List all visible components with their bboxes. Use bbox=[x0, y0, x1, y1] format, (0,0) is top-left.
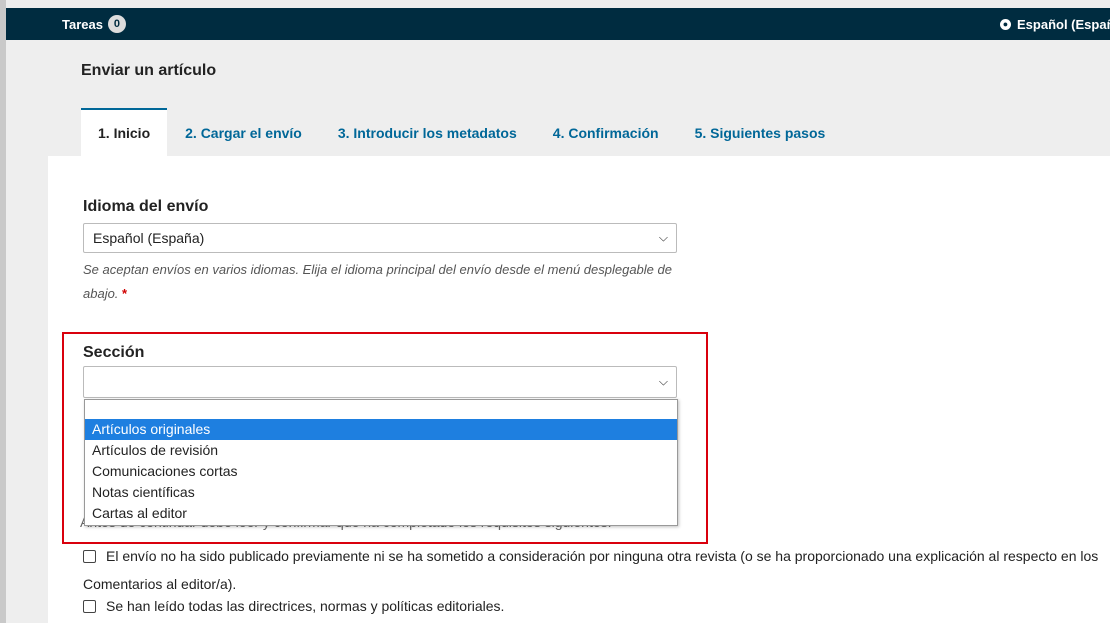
submission-language-select[interactable]: Español (España) ⌵ bbox=[83, 223, 677, 253]
wizard-tabs: 1. Inicio 2. Cargar el envío 3. Introduc… bbox=[81, 108, 843, 156]
requirement-checkbox-2[interactable] bbox=[83, 599, 96, 613]
section-dropdown-list: Artículos originales Artículos de revisi… bbox=[84, 399, 678, 526]
language-switcher-label: Español (España) bbox=[1017, 16, 1110, 32]
requirement-item-2: Se han leído todas las directrices, norm… bbox=[83, 598, 504, 614]
requirement-text-1: El envío no ha sido publicado previament… bbox=[106, 548, 1099, 564]
submission-language-value: Español (España) bbox=[93, 230, 205, 246]
section-option-short-communications[interactable]: Comunicaciones cortas bbox=[85, 461, 677, 482]
language-switcher[interactable]: ● Español (España) bbox=[1000, 8, 1110, 40]
section-option-scientific-notes[interactable]: Notas científicas bbox=[85, 482, 677, 503]
submission-language-help: Se aceptan envíos en varios idiomas. Eli… bbox=[83, 258, 683, 306]
required-marker: * bbox=[122, 286, 128, 301]
tab-metadata[interactable]: 3. Introducir los metadatos bbox=[320, 108, 535, 156]
chevron-down-icon: ⌵ bbox=[658, 374, 668, 389]
top-navigation-bar: Tareas 0 ● Español (España) bbox=[6, 8, 1110, 40]
tab-upload[interactable]: 2. Cargar el envío bbox=[167, 108, 320, 156]
requirement-item-1: El envío no ha sido publicado previament… bbox=[83, 548, 1098, 564]
chevron-down-icon: ⌵ bbox=[658, 230, 668, 245]
section-option-original-articles[interactable]: Artículos originales bbox=[85, 419, 677, 440]
tasks-link[interactable]: Tareas 0 bbox=[62, 8, 126, 40]
page-title: Enviar un artículo bbox=[81, 62, 217, 79]
tab-next-steps[interactable]: 5. Siguientes pasos bbox=[677, 108, 844, 156]
section-select[interactable]: ⌵ bbox=[83, 366, 677, 398]
tasks-count-badge: 0 bbox=[107, 15, 126, 33]
section-option-letters-to-editor[interactable]: Cartas al editor bbox=[85, 503, 677, 524]
tab-confirmation[interactable]: 4. Confirmación bbox=[535, 108, 677, 156]
section-label: Sección bbox=[83, 344, 145, 361]
requirement-text-2: Se han leído todas las directrices, norm… bbox=[106, 598, 505, 614]
tab-start[interactable]: 1. Inicio bbox=[81, 108, 168, 156]
requirement-text-1-continuation: Comentarios al editor/a). bbox=[83, 576, 237, 592]
requirement-checkbox-1[interactable] bbox=[83, 549, 96, 563]
tasks-label: Tareas bbox=[62, 16, 103, 32]
left-edge bbox=[0, 0, 6, 623]
globe-icon: ● bbox=[1000, 18, 1011, 30]
submission-language-help-text: Se aceptan envíos en varios idiomas. Eli… bbox=[83, 262, 672, 301]
submission-language-label: Idioma del envío bbox=[83, 198, 209, 215]
section-option-review-articles[interactable]: Artículos de revisión bbox=[85, 440, 677, 461]
section-option-blank[interactable] bbox=[85, 400, 677, 419]
